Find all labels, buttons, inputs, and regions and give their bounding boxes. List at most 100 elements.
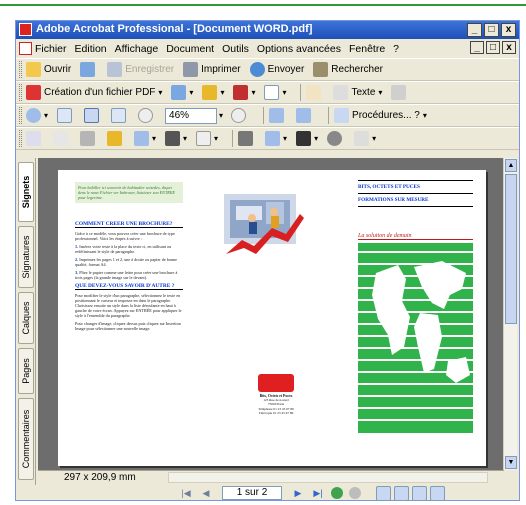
menu-fichier[interactable]: Fichier bbox=[35, 43, 67, 55]
procedures-button[interactable]: Procédures... ? ▾ bbox=[334, 108, 427, 123]
acrobat-window: Adobe Acrobat Professional - [Document W… bbox=[15, 20, 520, 501]
measure-tool[interactable]: ▾ bbox=[265, 131, 287, 146]
tab-signets[interactable]: Signets bbox=[18, 162, 34, 222]
company-address: Bits, Octets et Puces 123 Rue de nouvel … bbox=[244, 394, 308, 415]
combine-button[interactable]: ▾ bbox=[171, 85, 193, 100]
menu-edition[interactable]: Edition bbox=[75, 43, 107, 55]
first-page-icon[interactable]: |◀ bbox=[179, 487, 193, 499]
snapshot-icon bbox=[391, 85, 407, 100]
tab-signatures[interactable]: Signatures bbox=[18, 226, 34, 288]
touchup-text-button[interactable] bbox=[53, 131, 71, 146]
doc-close-button[interactable]: x bbox=[502, 41, 516, 54]
go-forward-icon[interactable] bbox=[349, 487, 361, 499]
print-button[interactable]: Imprimer bbox=[183, 62, 241, 77]
create-pdf-button[interactable]: Création d'un fichier PDF ▾ bbox=[26, 85, 162, 100]
continuous-facing-view-icon[interactable] bbox=[430, 485, 445, 501]
secure-button[interactable]: ▾ bbox=[202, 85, 224, 100]
forms-button[interactable]: ▾ bbox=[264, 85, 286, 100]
maximize-button[interactable]: □ bbox=[484, 23, 499, 37]
menu-options-avancees[interactable]: Options avancées bbox=[257, 43, 341, 55]
menu-fenetre[interactable]: Fenêtre bbox=[349, 43, 385, 55]
accessibility-tool[interactable] bbox=[327, 131, 345, 146]
next-page-icon[interactable]: ▶ bbox=[291, 487, 305, 499]
previous-page-icon[interactable]: ◀ bbox=[199, 487, 213, 499]
doc-restore-button[interactable]: □ bbox=[486, 41, 500, 54]
go-back-icon[interactable] bbox=[331, 487, 343, 499]
open-button[interactable]: Ouvrir bbox=[26, 62, 71, 77]
highlight-icon bbox=[354, 131, 370, 146]
scroll-down-arrow-icon[interactable]: ▼ bbox=[505, 456, 517, 469]
crop-button[interactable] bbox=[80, 131, 98, 146]
highlight-tool[interactable]: ▾ bbox=[354, 131, 376, 146]
send-button[interactable]: Envoyer bbox=[249, 62, 304, 77]
chevron-down-icon: ▾ bbox=[183, 134, 188, 143]
document-view[interactable]: Pour habiller ici souvenir de habitudier… bbox=[38, 158, 504, 470]
hand-tool-button[interactable] bbox=[306, 85, 324, 100]
save-button[interactable]: Enregistrer bbox=[107, 62, 174, 77]
zoom-in-button[interactable] bbox=[231, 108, 249, 123]
menu-outils[interactable]: Outils bbox=[222, 43, 249, 55]
pdf-page[interactable]: Pour habiller ici souvenir de habitudier… bbox=[58, 170, 486, 466]
text-tool-button[interactable]: Texte ▾ bbox=[333, 85, 382, 100]
tab-pages[interactable]: Pages bbox=[18, 348, 34, 394]
toolbar-grip[interactable] bbox=[19, 61, 22, 78]
stamp-tool[interactable]: ▾ bbox=[296, 131, 318, 146]
zoom-dropdown-icon[interactable]: ▾ bbox=[219, 111, 223, 120]
zoom-field[interactable]: 46% bbox=[165, 107, 218, 124]
media-tool[interactable]: ▾ bbox=[165, 131, 187, 146]
fit-width-button[interactable] bbox=[111, 108, 129, 123]
create-toolbar: Création d'un fichier PDF ▾ ▾ ▾ ▾ ▾ Text… bbox=[16, 81, 519, 104]
search-button[interactable]: Rechercher bbox=[313, 62, 383, 77]
button-tool[interactable]: ▾ bbox=[134, 131, 156, 146]
title-bar[interactable]: Adobe Acrobat Professional - [Document W… bbox=[16, 21, 519, 39]
combine-files-icon bbox=[171, 85, 187, 100]
scroll-up-arrow-icon[interactable]: ▲ bbox=[505, 159, 517, 172]
link-button[interactable] bbox=[107, 131, 125, 146]
toolbar-separator bbox=[300, 84, 302, 101]
vertical-scrollbar[interactable]: ▲ ▼ bbox=[503, 158, 517, 470]
horizontal-scrollbar[interactable] bbox=[168, 472, 488, 483]
menu-bar: Fichier Edition Affichage Document Outil… bbox=[16, 40, 519, 57]
rotate-right-button[interactable] bbox=[296, 108, 314, 123]
training-heading: FORMATIONS SUR MESURE bbox=[358, 194, 473, 207]
single-page-view-icon[interactable] bbox=[376, 485, 391, 501]
page-number-field[interactable]: 1 sur 2 bbox=[222, 486, 282, 500]
continuous-view-icon[interactable] bbox=[394, 485, 409, 501]
step-2: 2. Imprimez les pages 1 et 2, une à droi… bbox=[75, 257, 177, 267]
paragraph-intro: Grâce à ce modèle, vous pouvez créer une… bbox=[75, 231, 175, 241]
navigation-sidebar: Signets Signatures Calques Pages Comment… bbox=[16, 158, 36, 485]
snapshot-button[interactable] bbox=[391, 85, 409, 100]
menu-help[interactable]: ? bbox=[393, 43, 399, 55]
zoom-tool-button[interactable]: ▾ bbox=[26, 108, 48, 123]
tab-calques[interactable]: Calques bbox=[18, 292, 34, 344]
toolbar-grip[interactable] bbox=[19, 107, 22, 124]
tab-commentaires[interactable]: Commentaires bbox=[18, 398, 34, 480]
zoom-out-icon bbox=[138, 108, 154, 123]
select-object-button[interactable] bbox=[26, 131, 44, 146]
facing-view-icon[interactable] bbox=[412, 485, 427, 501]
toolbar-grip[interactable] bbox=[19, 84, 22, 101]
acrobat-app-icon[interactable] bbox=[19, 23, 32, 36]
organizer-button[interactable] bbox=[80, 62, 98, 77]
minimize-button[interactable]: _ bbox=[467, 23, 482, 37]
doc-minimize-button[interactable]: _ bbox=[470, 41, 484, 54]
document-icon[interactable] bbox=[19, 42, 32, 55]
text-field-tool[interactable]: ▾ bbox=[196, 131, 218, 146]
toolbar-separator bbox=[328, 107, 330, 124]
zoom-out-button[interactable] bbox=[138, 108, 156, 123]
toolbar-grip[interactable] bbox=[19, 130, 22, 147]
chevron-down-icon: ▾ bbox=[44, 111, 49, 120]
zoom-in-icon bbox=[231, 108, 247, 123]
close-button[interactable]: x bbox=[501, 23, 516, 37]
actual-size-button[interactable] bbox=[57, 108, 75, 123]
menu-affichage[interactable]: Affichage bbox=[115, 43, 159, 55]
vertical-scroll-thumb[interactable] bbox=[505, 174, 517, 324]
sign-button[interactable]: ▾ bbox=[233, 85, 255, 100]
last-page-icon[interactable]: ▶| bbox=[311, 487, 325, 499]
fit-page-button[interactable] bbox=[84, 108, 102, 123]
paragraph-styles: Pour modifier le style d'un paragraphe, … bbox=[75, 293, 182, 318]
pencil-tool[interactable] bbox=[238, 131, 256, 146]
chevron-down-icon: ▾ bbox=[378, 88, 383, 97]
rotate-left-button[interactable] bbox=[269, 108, 287, 123]
menu-document[interactable]: Document bbox=[166, 43, 214, 55]
